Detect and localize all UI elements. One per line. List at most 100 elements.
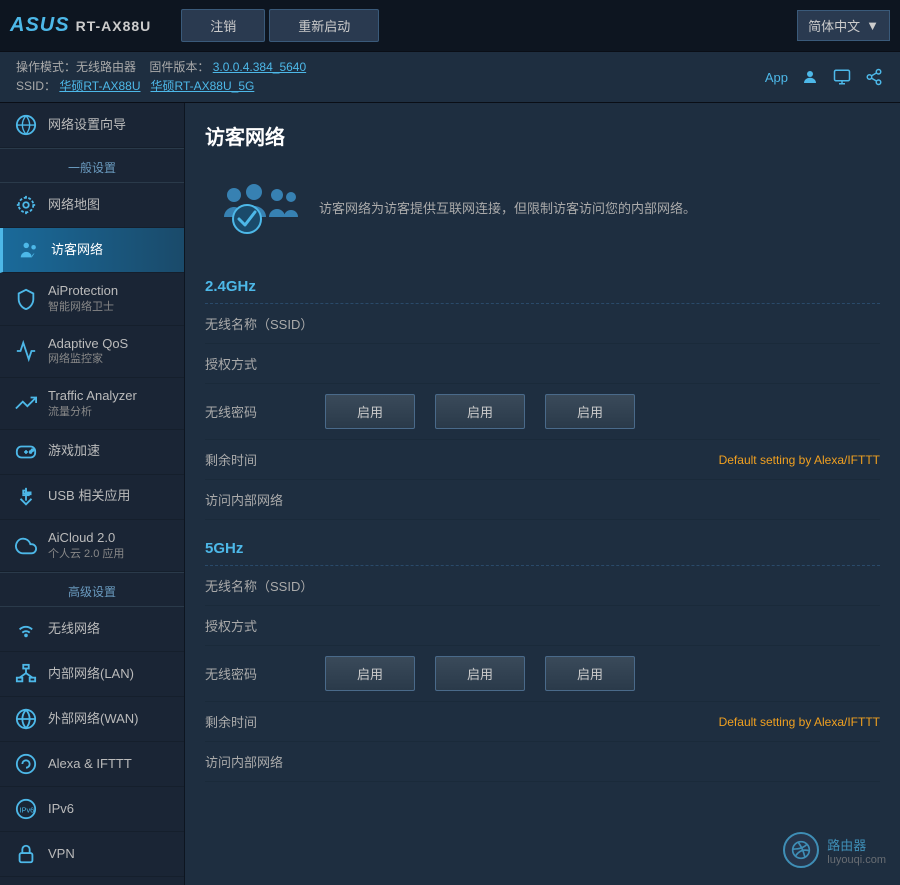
sidebar-item-guest-network[interactable]: 访客网络 [0, 228, 184, 273]
watermark: 路由器 luyouqi.com [783, 832, 886, 868]
time-label-5: 剩余时间 [205, 712, 325, 731]
guest-network-icon [17, 238, 41, 262]
guest-network-illustration [219, 174, 299, 244]
password-btns-24[interactable]: 启用 启用 启用 [325, 394, 880, 429]
ssid-label: SSID： [16, 79, 56, 93]
watermark-sublabel: luyouqi.com [827, 854, 886, 866]
enable-btn-24-2[interactable]: 启用 [435, 394, 525, 429]
adaptive-qos-icon [14, 339, 38, 363]
time-row-5: 剩余时间 Default setting by Alexa/IFTTT [205, 702, 880, 742]
access-row-5: 访问内部网络 [205, 742, 880, 782]
sidebar-item-game-accel[interactable]: 游戏加速 [0, 430, 184, 475]
lang-selector[interactable]: 简体中文 ▼ [797, 10, 890, 41]
ssid1[interactable]: 华硕RT-AX88U [59, 79, 140, 93]
sidebar-item-usb-apps[interactable]: USB 相关应用 [0, 475, 184, 520]
ssid-label-24: 无线名称（SSID） [205, 314, 325, 333]
game-accel-icon [14, 440, 38, 464]
main-layout: 网络设置向导 一般设置 网络地图 访客网络 AiProtection 智能网络卫… [0, 103, 900, 885]
watermark-text-block: 路由器 luyouqi.com [827, 835, 886, 866]
sidebar-advanced-title: 高级设置 [0, 572, 184, 607]
enable-btn-24-1[interactable]: 启用 [325, 394, 415, 429]
sidebar-item-wan-label: 外部网络(WAN) [48, 711, 139, 728]
sidebar-item-alexa-label: Alexa & IFTTT [48, 756, 132, 773]
sidebar-item-alexa[interactable]: Alexa & IFTTT [0, 742, 184, 787]
sidebar-item-wan[interactable]: 外部网络(WAN) [0, 697, 184, 742]
firmware-version[interactable]: 3.0.0.4.384_5640 [213, 60, 306, 74]
status-info: 操作模式：无线路由器 固件版本： 3.0.0.4.384_5640 SSID： … [16, 58, 306, 96]
enable-btn-5-3[interactable]: 启用 [545, 656, 635, 691]
sidebar-item-firewall[interactable]: 防火墙 [0, 877, 184, 885]
sidebar-item-vpn-label: VPN [48, 846, 75, 863]
password-row-5: 无线密码 启用 启用 启用 [205, 646, 880, 702]
auth-label-5: 授权方式 [205, 616, 325, 635]
sidebar-item-ipv6-label: IPv6 [48, 801, 74, 818]
sidebar-item-vpn[interactable]: VPN [0, 832, 184, 877]
watermark-label: 路由器 [827, 835, 886, 854]
password-label-5: 无线密码 [205, 664, 325, 683]
lang-label: 简体中文 [808, 16, 860, 35]
asus-logo: ASUS RT-AX88U [10, 14, 151, 37]
sidebar-item-guest-network-label: 访客网络 [51, 242, 103, 259]
sidebar-item-adaptive-qos-label: Adaptive QoS 网络监控家 [48, 336, 128, 367]
share-icon[interactable] [864, 67, 884, 87]
ssid2[interactable]: 华硕RT-AX88U_5G [151, 79, 255, 93]
sidebar-item-aiprotection[interactable]: AiProtection 智能网络卫士 [0, 273, 184, 325]
freq-5ghz-title: 5GHz [205, 540, 880, 566]
sidebar-item-aiprotection-label: AiProtection 智能网络卫士 [48, 283, 118, 314]
aicloud-icon [14, 534, 38, 558]
sidebar-item-lan-label: 内部网络(LAN) [48, 666, 134, 683]
wan-icon [14, 707, 38, 731]
user-icon[interactable] [800, 67, 820, 87]
sidebar-item-network-setup-label: 网络设置向导 [48, 117, 126, 134]
sidebar-item-wireless-label: 无线网络 [48, 621, 100, 638]
ssid-label-5: 无线名称（SSID） [205, 576, 325, 595]
sidebar-item-aicloud[interactable]: AiCloud 2.0 个人云 2.0 应用 [0, 520, 184, 572]
password-btns-5[interactable]: 启用 启用 启用 [325, 656, 880, 691]
app-label: App [765, 70, 788, 85]
network-setup-icon [14, 113, 38, 137]
password-row-24: 无线密码 启用 启用 启用 [205, 384, 880, 440]
sidebar-item-traffic-analyzer[interactable]: Traffic Analyzer 流量分析 [0, 378, 184, 430]
default-setting-5: Default setting by Alexa/IFTTT [325, 715, 880, 729]
enable-btn-5-1[interactable]: 启用 [325, 656, 415, 691]
firmware-label: 固件版本： [149, 60, 209, 74]
mode-label: 操作模式：无线路由器 [16, 60, 136, 74]
sidebar-item-aicloud-label: AiCloud 2.0 个人云 2.0 应用 [48, 530, 124, 561]
top-bar: ASUS RT-AX88U 注销 重新启动 简体中文 ▼ [0, 0, 900, 52]
model-text: RT-AX88U [76, 18, 152, 34]
sidebar-item-game-accel-label: 游戏加速 [48, 443, 100, 460]
access-label-24: 访问内部网络 [205, 490, 325, 509]
enable-btn-5-2[interactable]: 启用 [435, 656, 525, 691]
time-label-24: 剩余时间 [205, 450, 325, 469]
sidebar-item-network-map-label: 网络地图 [48, 197, 100, 214]
logout-button[interactable]: 注销 [181, 9, 265, 42]
monitor-icon[interactable] [832, 67, 852, 87]
vpn-icon [14, 842, 38, 866]
usb-apps-icon [14, 485, 38, 509]
time-row-24: 剩余时间 Default setting by Alexa/IFTTT [205, 440, 880, 480]
page-title: 访客网络 [185, 103, 900, 160]
sidebar: 网络设置向导 一般设置 网络地图 访客网络 AiProtection 智能网络卫… [0, 103, 185, 885]
sidebar-item-adaptive-qos[interactable]: Adaptive QoS 网络监控家 [0, 326, 184, 378]
sidebar-item-network-setup[interactable]: 网络设置向导 [0, 103, 184, 148]
time-content-5: Default setting by Alexa/IFTTT [325, 715, 880, 729]
ssid-row-24: 无线名称（SSID） [205, 304, 880, 344]
enable-btn-24-3[interactable]: 启用 [545, 394, 635, 429]
freq-24ghz-title: 2.4GHz [205, 278, 880, 304]
aiprotection-icon [14, 287, 38, 311]
reboot-button[interactable]: 重新启动 [269, 9, 379, 42]
sidebar-item-network-map[interactable]: 网络地图 [0, 183, 184, 228]
freq-5ghz-section: 5GHz 无线名称（SSID） 授权方式 无线密码 启用 启用 启用 剩余时间 [185, 540, 900, 802]
chevron-down-icon: ▼ [866, 18, 879, 33]
asus-logo-text: ASUS [10, 14, 70, 37]
ipv6-icon: IPv6 [14, 797, 38, 821]
network-map-icon [14, 193, 38, 217]
content-area: 访客网络 [185, 103, 900, 885]
svg-text:IPv6: IPv6 [20, 806, 35, 815]
freq-24ghz-section: 2.4GHz 无线名称（SSID） 授权方式 无线密码 启用 启用 启用 剩余时… [185, 278, 900, 540]
sidebar-item-wireless[interactable]: 无线网络 [0, 607, 184, 652]
sidebar-item-lan[interactable]: 内部网络(LAN) [0, 652, 184, 697]
top-buttons: 注销 重新启动 [181, 9, 379, 42]
intro-text: 访客网络为访客提供互联网连接，但限制访客访问您的内部网络。 [319, 199, 696, 220]
sidebar-item-ipv6[interactable]: IPv6 IPv6 [0, 787, 184, 832]
